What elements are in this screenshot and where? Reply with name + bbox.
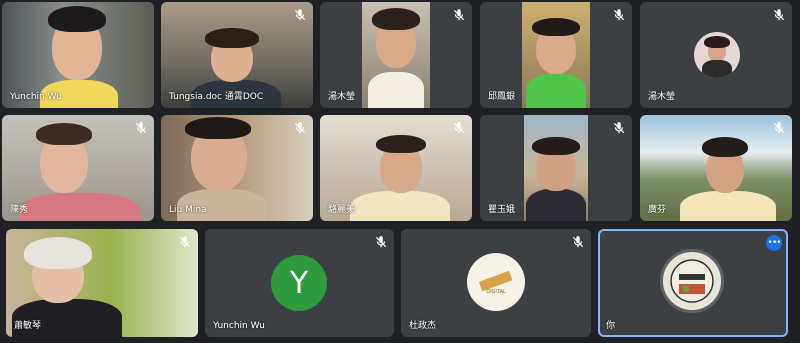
- participant-name: 瞿玉娥: [488, 205, 516, 215]
- participant-tile[interactable]: Y Yunchin Wu: [205, 229, 394, 337]
- participant-tile[interactable]: 陳秀: [2, 115, 154, 221]
- mic-off-icon: [293, 8, 307, 22]
- participant-tile[interactable]: 蕭敏琴: [6, 229, 198, 337]
- mic-off-icon: [772, 121, 786, 135]
- video-feed: [522, 2, 590, 108]
- avatar: [694, 32, 740, 78]
- mic-off-icon: [178, 235, 192, 249]
- participant-tile[interactable]: Yunchin Wu: [2, 2, 154, 108]
- participant-name: 陳秀: [10, 205, 29, 215]
- participant-name: 駱麗美: [328, 205, 356, 215]
- logo-icon: DIGITAL: [478, 270, 513, 295]
- mic-off-icon: [293, 121, 307, 135]
- more-options-button[interactable]: •••: [766, 235, 782, 251]
- participant-name: Liu Mina: [169, 205, 207, 215]
- participant-name: 湯木瑩: [648, 92, 676, 102]
- avatar: Y: [271, 255, 327, 311]
- participant-tile[interactable]: 駱麗美: [320, 115, 472, 221]
- participant-tile-self[interactable]: ••• 你: [598, 229, 788, 337]
- participant-tile[interactable]: Liu Mina: [161, 115, 313, 221]
- participant-name: 你: [606, 321, 616, 331]
- mic-off-icon: [571, 235, 585, 249]
- avatar: [660, 249, 724, 313]
- participant-name: 廣芬: [648, 205, 667, 215]
- participant-name: Yunchin Wu: [10, 92, 62, 102]
- participant-tile[interactable]: 邱鳳銀: [480, 2, 632, 108]
- participant-tile[interactable]: Tungsia.doc 通霄DOC: [161, 2, 313, 108]
- more-horiz-icon: •••: [767, 237, 782, 248]
- mic-off-icon: [452, 8, 466, 22]
- participant-name: 邱鳳銀: [488, 92, 516, 102]
- participant-name: 蕭敏琴: [14, 321, 42, 331]
- participant-name: Tungsia.doc 通霄DOC: [169, 92, 264, 102]
- mic-off-icon: [374, 235, 388, 249]
- mic-off-icon: [612, 121, 626, 135]
- participant-tile[interactable]: DIGITAL 杜政杰: [401, 229, 591, 337]
- mic-off-icon: [612, 8, 626, 22]
- participant-name: Yunchin Wu: [213, 321, 265, 331]
- avatar: DIGITAL: [467, 253, 525, 311]
- participant-name: 湯木瑩: [328, 92, 356, 102]
- participant-tile[interactable]: 湯木瑩: [640, 2, 792, 108]
- video-feed: [524, 115, 588, 221]
- participant-tile[interactable]: 廣芬: [640, 115, 792, 221]
- video-feed: [362, 2, 430, 108]
- mic-off-icon: [772, 8, 786, 22]
- mic-off-icon: [134, 121, 148, 135]
- avatar-letter: Y: [289, 265, 309, 301]
- mic-off-icon: [452, 121, 466, 135]
- participant-tile[interactable]: 湯木瑩: [320, 2, 472, 108]
- svg-text:DIGITAL: DIGITAL: [486, 289, 506, 295]
- logo-icon: [670, 259, 714, 303]
- participant-name: 杜政杰: [409, 321, 437, 331]
- participant-tile[interactable]: 瞿玉娥: [480, 115, 632, 221]
